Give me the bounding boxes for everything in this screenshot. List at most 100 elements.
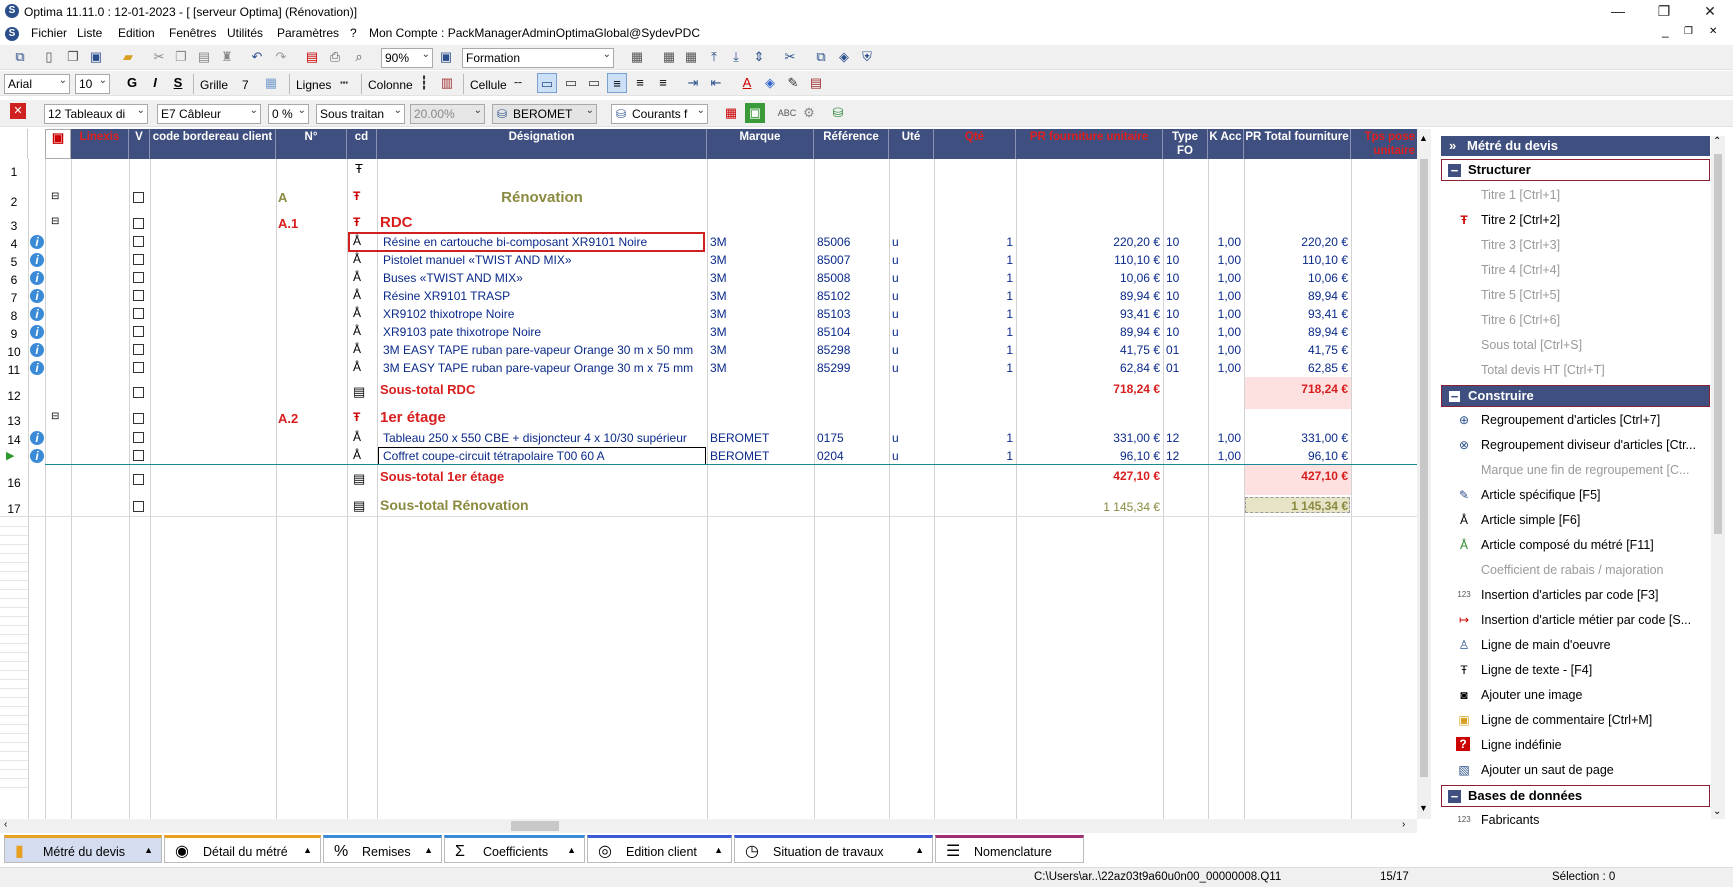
k-acc-cell[interactable]: 1,00	[1208, 253, 1241, 267]
table-row[interactable]: 10 i Å 3M EASY TAPE ruban pare-vapeur Or…	[0, 341, 1418, 359]
table-row[interactable]: 7 i Å Résine XR9101 TRASP 3M 85102 u 1 8…	[0, 287, 1418, 305]
vertical-scrollbar[interactable]: ▲ ▼	[1417, 129, 1431, 819]
info-icon[interactable]: i	[30, 253, 44, 267]
view2-icon[interactable]: ▦	[659, 47, 679, 67]
mdi-minimize[interactable]: _	[1662, 24, 1669, 38]
refresh-icon[interactable]: ⛁	[828, 103, 848, 123]
marque-cell[interactable]: 3M	[710, 289, 727, 303]
designation-cell[interactable]: Résine en cartouche bi-composant XR9101 …	[348, 232, 705, 252]
type-fo-cell[interactable]: 10	[1166, 235, 1179, 249]
panel-scroll-thumb[interactable]	[1714, 154, 1722, 534]
ute-cell[interactable]: u	[892, 253, 899, 267]
brush-icon[interactable]: ✎	[783, 73, 803, 93]
row-checkbox[interactable]	[133, 236, 144, 247]
delete-row-header[interactable]: ▣	[45, 129, 71, 159]
pr-unit-cell[interactable]: 62,84 €	[1016, 361, 1160, 375]
tab-arrow-icon[interactable]: ▲	[424, 836, 433, 864]
row-checkbox[interactable]	[133, 326, 144, 337]
k-acc-cell[interactable]: 1,00	[1208, 271, 1241, 285]
info-icon[interactable]: i	[30, 235, 44, 249]
box-icon[interactable]: ◈	[834, 47, 854, 67]
ute-cell[interactable]: u	[892, 343, 899, 357]
menu-fichier[interactable]: Fichier	[31, 26, 67, 40]
info-icon[interactable]: i	[30, 325, 44, 339]
pr-unit-cell[interactable]: 89,94 €	[1016, 289, 1160, 303]
marque-cell[interactable]: BEROMET	[710, 449, 769, 463]
table-row[interactable]: 3 ⊟ A.1 Ŧ RDC	[0, 214, 1418, 233]
menu-parametres[interactable]: Paramètres	[277, 26, 339, 40]
delete-icon[interactable]: ✕	[10, 103, 26, 119]
menu-liste[interactable]: Liste	[77, 26, 102, 40]
row-checkbox[interactable]	[133, 387, 144, 398]
fill-color-icon[interactable]: ◈	[760, 73, 780, 93]
move-updown-icon[interactable]: ⇕	[749, 47, 769, 67]
grille-value[interactable]: 7	[242, 78, 249, 92]
view3-icon[interactable]: ▦	[681, 47, 701, 67]
pr-unit-cell[interactable]: 10,06 €	[1016, 271, 1160, 285]
undo-icon[interactable]: ↶	[247, 47, 267, 67]
ute-cell[interactable]: u	[892, 431, 899, 445]
pr-unit-cell[interactable]: 89,94 €	[1016, 325, 1160, 339]
type-fo-cell[interactable]: 01	[1166, 343, 1179, 357]
collapse-icon[interactable]: ⊟	[51, 411, 59, 422]
shield-icon[interactable]: ⛨	[857, 47, 877, 67]
move-top-icon[interactable]: ⤒	[704, 47, 724, 67]
save-icon[interactable]: ▣	[86, 47, 106, 67]
pr-unit-cell[interactable]: 41,75 €	[1016, 343, 1160, 357]
mdi-restore[interactable]: ❐	[1684, 26, 1693, 37]
type-fo-cell[interactable]: 10	[1166, 307, 1179, 321]
pr-unit-cell[interactable]: 110,10 €	[1016, 253, 1160, 267]
info-icon[interactable]: i	[30, 343, 44, 357]
designation-cell[interactable]: XR9102 thixotrope Noire	[383, 307, 514, 321]
tab-coefficients[interactable]: Σ Coefficients ▲	[444, 835, 585, 863]
courants-select[interactable]: ⛁ Courants f ⌄	[611, 104, 708, 124]
scroll-down-icon[interactable]: ⌄	[1713, 806, 1721, 817]
col-tps-pose[interactable]: Tps pose unitaire	[1351, 129, 1418, 159]
tab-arrow-icon[interactable]: ▲	[144, 836, 153, 864]
row-checkbox[interactable]	[133, 432, 144, 443]
reference-cell[interactable]: 85008	[817, 271, 850, 285]
scroll-left-icon[interactable]: ‹	[4, 819, 7, 830]
tableaux-select[interactable]: 12 Tableaux di ⌄	[44, 104, 148, 124]
col-cd[interactable]: cd	[347, 129, 377, 159]
tools-icon[interactable]: ✂	[780, 47, 800, 67]
qte-cell[interactable]: 1	[934, 343, 1013, 357]
zoom-select[interactable]: 90% ⌄	[381, 48, 433, 68]
k-acc-cell[interactable]: 1,00	[1208, 235, 1241, 249]
cableur-select[interactable]: E7 Câbleur ⌄	[157, 104, 261, 124]
tab-situation-travaux[interactable]: ◷ Situation de travaux ▲	[734, 835, 933, 863]
tab-arrow-icon[interactable]: ▲	[915, 836, 924, 864]
mdi-close[interactable]: ✕	[1709, 26, 1717, 37]
lock-icon[interactable]: ▣	[745, 103, 765, 123]
col-k-acc[interactable]: K Acc	[1208, 129, 1244, 159]
type-fo-cell[interactable]: 12	[1166, 431, 1179, 445]
info-icon[interactable]: i	[30, 271, 44, 285]
qte-cell[interactable]: 1	[934, 431, 1013, 445]
k-acc-cell[interactable]: 1,00	[1208, 431, 1241, 445]
minimize-button[interactable]: —	[1595, 0, 1641, 24]
row-checkbox[interactable]	[133, 308, 144, 319]
reference-cell[interactable]: 85104	[817, 325, 850, 339]
pr-unit-cell[interactable]: 93,41 €	[1016, 307, 1160, 321]
font-select[interactable]: Arial ⌄	[4, 74, 70, 94]
spellcheck-icon[interactable]: ABC	[777, 103, 797, 123]
type-fo-cell[interactable]: 10	[1166, 289, 1179, 303]
tab-arrow-icon[interactable]: ▲	[714, 836, 723, 864]
reference-cell[interactable]: 0204	[817, 449, 844, 463]
menu-help[interactable]: ?	[350, 26, 357, 40]
ute-cell[interactable]: u	[892, 361, 899, 375]
ute-cell[interactable]: u	[892, 449, 899, 463]
pr-unit-cell[interactable]: 331,00 €	[1016, 431, 1160, 445]
table-row[interactable]: 2 ⊟ A Ŧ Rénovation	[0, 179, 1418, 215]
align-left-icon[interactable]: ≡	[607, 73, 627, 93]
col-ute[interactable]: Uté	[889, 129, 934, 159]
type-fo-cell[interactable]: 10	[1166, 325, 1179, 339]
k-acc-cell[interactable]: 1,00	[1208, 307, 1241, 321]
outdent-icon[interactable]: ⇤	[706, 73, 726, 93]
col-marque[interactable]: Marque	[707, 129, 814, 159]
col-designation[interactable]: Désignation	[377, 129, 707, 159]
reference-cell[interactable]: 85299	[817, 361, 850, 375]
info-icon[interactable]: i	[30, 431, 44, 445]
designation-cell[interactable]: Buses «TWIST AND MIX»	[383, 271, 523, 285]
border1-icon[interactable]: ▭	[537, 73, 557, 93]
